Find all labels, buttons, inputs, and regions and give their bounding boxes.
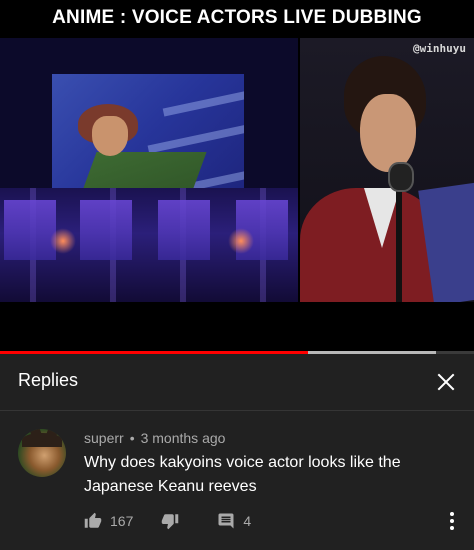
comment-meta: superr • 3 months ago [84, 430, 225, 446]
video-frame-voice-actor: @winhuyu [300, 38, 474, 302]
comment-time: 3 months ago [140, 430, 226, 446]
reply-count: 4 [243, 513, 252, 529]
reply-icon [218, 513, 234, 529]
more-vertical-icon [450, 512, 454, 530]
replies-title: Replies [18, 370, 79, 390]
like-button[interactable]: 167 [84, 512, 133, 530]
video-frame-anime-stage [0, 38, 298, 302]
comment-item: superr • 3 months ago Why does kakyoins vo… [0, 411, 474, 550]
comment-author[interactable]: superr [84, 430, 124, 446]
video-player[interactable]: ANIME : VOICE ACTORS LIVE DUBBING @winhu… [0, 0, 474, 352]
video-title: ANIME : VOICE ACTORS LIVE DUBBING [52, 7, 422, 28]
comment-text: Why does kakyoins voice actor looks like… [84, 454, 401, 495]
avatar[interactable] [18, 429, 66, 477]
more-options-button[interactable] [442, 507, 462, 535]
thumb-down-icon [162, 514, 179, 530]
meta-separator: • [129, 430, 135, 446]
watermark: @winhuyu [413, 42, 466, 55]
microphone-icon [388, 162, 414, 192]
replies-header: Replies [0, 354, 474, 411]
thumb-up-icon [84, 512, 102, 528]
close-button[interactable] [432, 368, 460, 396]
comment-actions: 167 4 [84, 509, 251, 533]
dislike-button[interactable] [161, 512, 179, 530]
video-letterbox [0, 302, 474, 352]
like-count: 167 [110, 513, 134, 529]
close-icon [437, 373, 455, 391]
reply-button[interactable]: 4 [217, 512, 251, 530]
stage-lights-image [0, 188, 298, 302]
